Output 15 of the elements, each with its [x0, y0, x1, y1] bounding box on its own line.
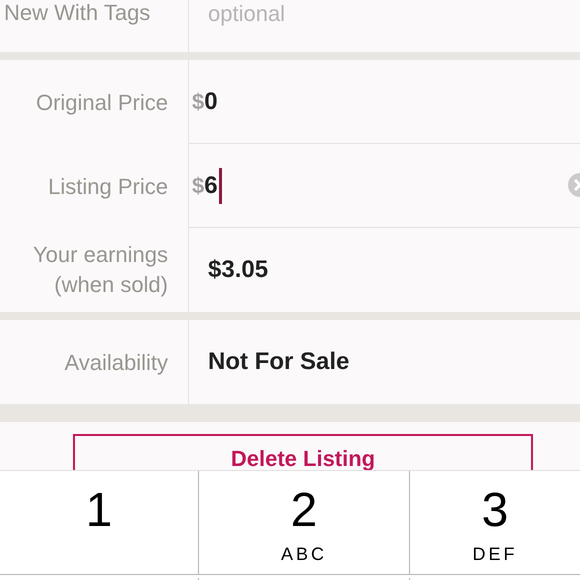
keypad-key[interactable]: 3 DEF [409, 471, 580, 575]
currency-symbol: $ [192, 172, 204, 200]
field-label: Your earnings (when sold) [33, 241, 168, 299]
availability-value[interactable]: Not For Sale [192, 344, 350, 380]
currency-symbol: $ [192, 88, 204, 116]
price-value[interactable]: 0 [204, 84, 218, 120]
field-label: Listing Price [48, 172, 168, 201]
price-value[interactable]: 6 [204, 168, 218, 204]
earnings-value: $3.05 [207, 255, 268, 285]
field-label: Availability [64, 348, 168, 377]
field-label: New With Tags [4, 0, 152, 26]
keypad-key[interactable]: 2 ABC [198, 471, 409, 575]
field-label: Original Price [36, 88, 168, 117]
text-input[interactable]: optional [208, 0, 508, 26]
keypad-key[interactable]: 1 [0, 471, 198, 575]
